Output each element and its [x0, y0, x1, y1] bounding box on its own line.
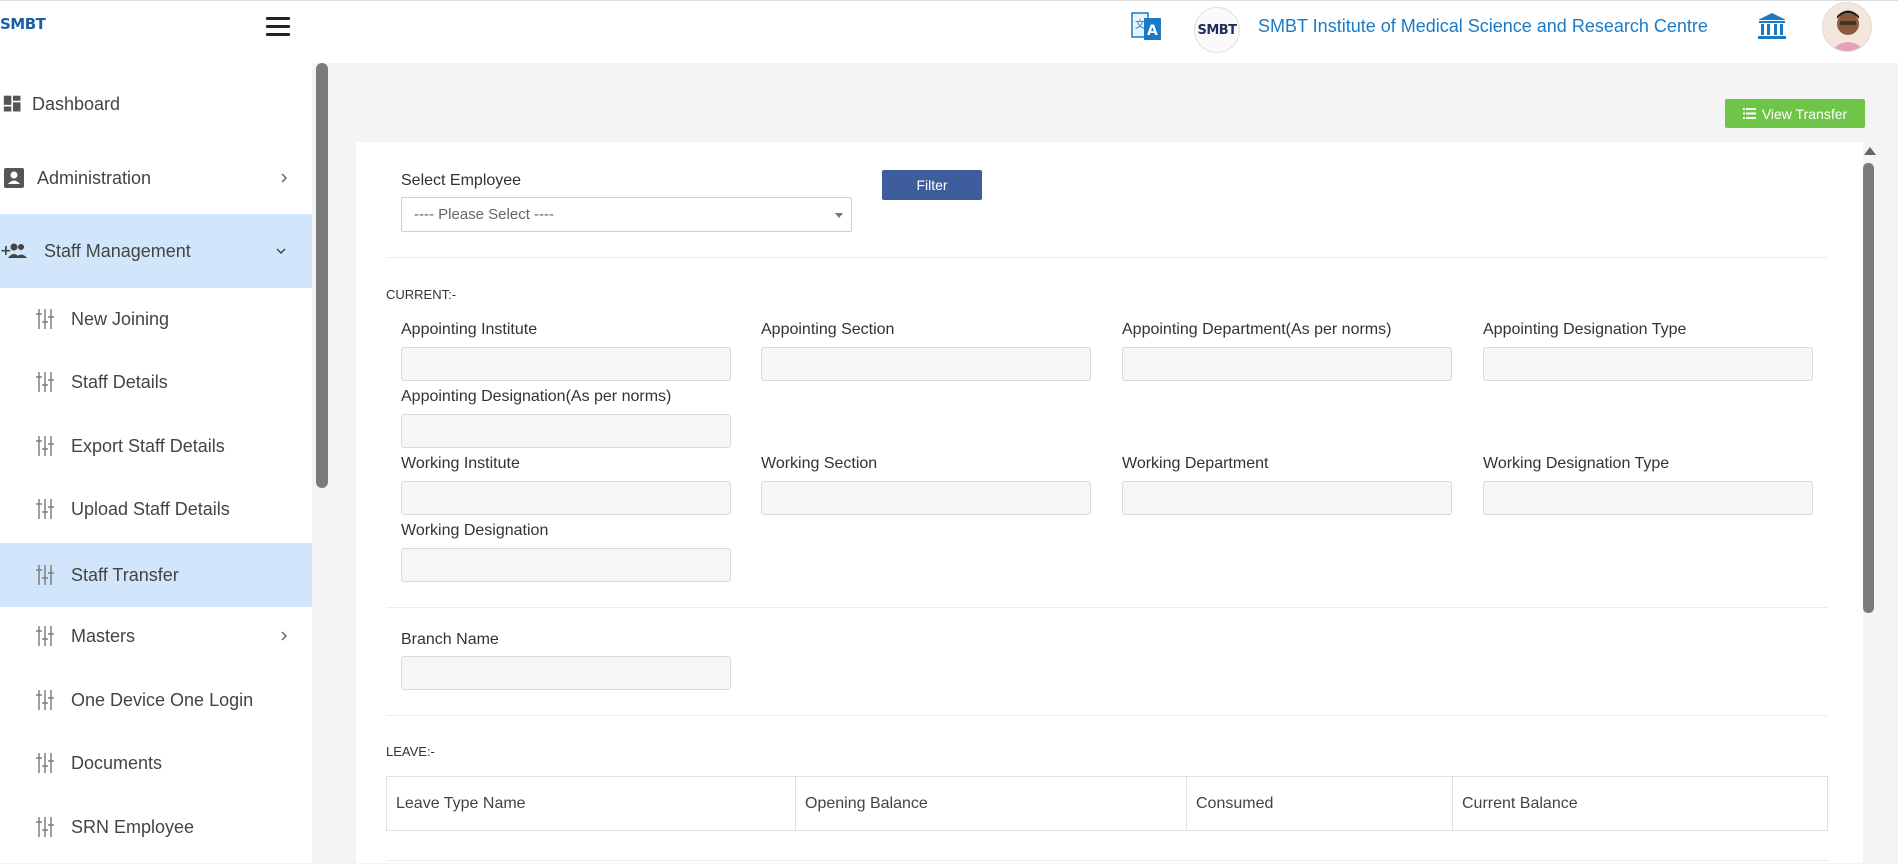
sidebar-item-label: Export Staff Details — [71, 435, 225, 456]
chevron-down-icon — [276, 248, 286, 255]
top-bar: SMBT A 文 SMBT SMBT Institute of Medical … — [0, 0, 1898, 63]
content-scrollbar-thumb[interactable] — [1863, 163, 1874, 613]
sliders-icon — [36, 436, 54, 456]
institution-building-icon[interactable] — [1756, 11, 1788, 41]
sidebar-item-label: Dashboard — [32, 93, 121, 114]
sidebar-item-label: Administration — [37, 167, 152, 188]
sliders-icon — [36, 565, 54, 585]
working-department-field[interactable] — [1122, 481, 1452, 515]
sidebar-item-label: One Device One Login — [71, 689, 254, 710]
working-institute-field[interactable] — [401, 481, 731, 515]
app-logo[interactable]: SMBT — [0, 15, 46, 33]
appointing-designation-type-field[interactable] — [1483, 347, 1813, 381]
sidebar-item-label: New Joining — [71, 308, 170, 329]
appointing-section-label: Appointing Section — [761, 321, 895, 338]
sidebar-item-label: Upload Staff Details — [71, 498, 230, 519]
sidebar-item-administration[interactable]: Administration — [0, 141, 312, 215]
working-section-field[interactable] — [761, 481, 1091, 515]
divider — [386, 860, 1828, 861]
menu-toggle-icon[interactable] — [266, 17, 290, 37]
branch-name-field[interactable] — [401, 656, 731, 690]
divider — [386, 607, 1828, 608]
sliders-icon — [36, 817, 54, 837]
working-department-label: Working Department — [1122, 455, 1269, 472]
column-header-leave-type: Leave Type Name — [386, 776, 796, 831]
sidebar-item-upload-staff-details[interactable]: Upload Staff Details — [0, 472, 312, 546]
working-designation-type-field[interactable] — [1483, 481, 1813, 515]
scroll-up-arrow-icon[interactable] — [1864, 147, 1876, 155]
appointing-designation-field[interactable] — [401, 414, 731, 448]
sliders-icon — [36, 690, 54, 710]
sidebar-scrollbar[interactable] — [316, 63, 328, 488]
appointing-department-field[interactable] — [1122, 347, 1452, 381]
sliders-icon — [36, 309, 54, 329]
working-designation-field[interactable] — [401, 548, 731, 582]
leave-table: Leave Type Name Opening Balance Consumed… — [386, 776, 1828, 831]
chevron-right-icon — [281, 173, 288, 183]
institute-logo: SMBT — [1194, 7, 1240, 53]
working-designation-label: Working Designation — [401, 522, 549, 539]
working-designation-type-label: Working Designation Type — [1483, 455, 1670, 472]
appointing-institute-field[interactable] — [401, 347, 731, 381]
appointing-institute-label: Appointing Institute — [401, 321, 538, 338]
sidebar-item-label: Staff Management — [44, 240, 191, 261]
view-transfer-button[interactable]: View Transfer — [1725, 99, 1865, 128]
sidebar-item-label: Staff Transfer — [71, 564, 179, 585]
employee-select-value: ---- Please Select ---- — [414, 206, 555, 223]
appointing-designation-type-label: Appointing Designation Type — [1483, 321, 1687, 338]
chevron-right-icon — [281, 631, 288, 641]
working-section-label: Working Section — [761, 455, 878, 472]
view-transfer-label: View Transfer — [1761, 105, 1848, 122]
sidebar-item-srn-employee[interactable]: SRN Employee — [0, 790, 312, 864]
sidebar-item-label: Masters — [71, 625, 136, 646]
sidebar-item-staff-details[interactable]: Staff Details — [0, 345, 312, 419]
filter-button[interactable]: Filter — [882, 170, 982, 200]
id-badge-icon — [4, 168, 24, 188]
sidebar-item-staff-transfer[interactable]: Staff Transfer — [0, 543, 312, 607]
column-header-current-balance: Current Balance — [1452, 776, 1828, 831]
column-header-consumed: Consumed — [1186, 776, 1453, 831]
divider — [386, 715, 1828, 716]
leave-section-heading: LEAVE:- — [386, 744, 435, 759]
translate-icon[interactable]: A 文 — [1130, 9, 1164, 45]
sliders-icon — [36, 499, 54, 519]
svg-text:A: A — [1147, 23, 1158, 39]
sidebar-item-label: SRN Employee — [71, 816, 195, 837]
sidebar-item-masters[interactable]: Masters — [0, 599, 312, 673]
divider — [386, 257, 1828, 258]
institute-name: SMBT Institute of Medical Science and Re… — [1258, 16, 1708, 36]
branch-name-label: Branch Name — [401, 631, 499, 648]
dashboard-icon — [3, 95, 21, 112]
sliders-icon — [36, 372, 54, 392]
appointing-section-field[interactable] — [761, 347, 1091, 381]
sidebar-item-dashboard[interactable]: Dashboard — [0, 67, 312, 141]
sidebar-item-label: Staff Details — [71, 371, 168, 392]
sidebar-item-staff-management[interactable]: + Staff Management — [0, 214, 312, 288]
sidebar-item-documents[interactable]: Documents — [0, 726, 312, 800]
appointing-designation-label: Appointing Designation(As per norms) — [401, 388, 672, 405]
sliders-icon — [36, 626, 54, 646]
table-header-row: Leave Type Name Opening Balance Consumed… — [386, 776, 1828, 831]
select-employee-label: Select Employee — [401, 172, 522, 189]
people-add-icon: + — [0, 243, 27, 259]
employee-select[interactable]: ---- Please Select ---- — [401, 197, 852, 232]
caret-down-icon — [835, 213, 843, 218]
appointing-department-label: Appointing Department(As per norms) — [1122, 321, 1392, 338]
sidebar-item-label: Documents — [71, 752, 163, 773]
working-institute-label: Working Institute — [401, 455, 520, 472]
current-section-heading: CURRENT:- — [386, 287, 457, 302]
sliders-icon — [36, 753, 54, 773]
svg-text:文: 文 — [1135, 18, 1145, 31]
list-icon — [1742, 108, 1756, 119]
column-header-opening-balance: Opening Balance — [795, 776, 1187, 831]
user-avatar[interactable] — [1822, 2, 1872, 52]
